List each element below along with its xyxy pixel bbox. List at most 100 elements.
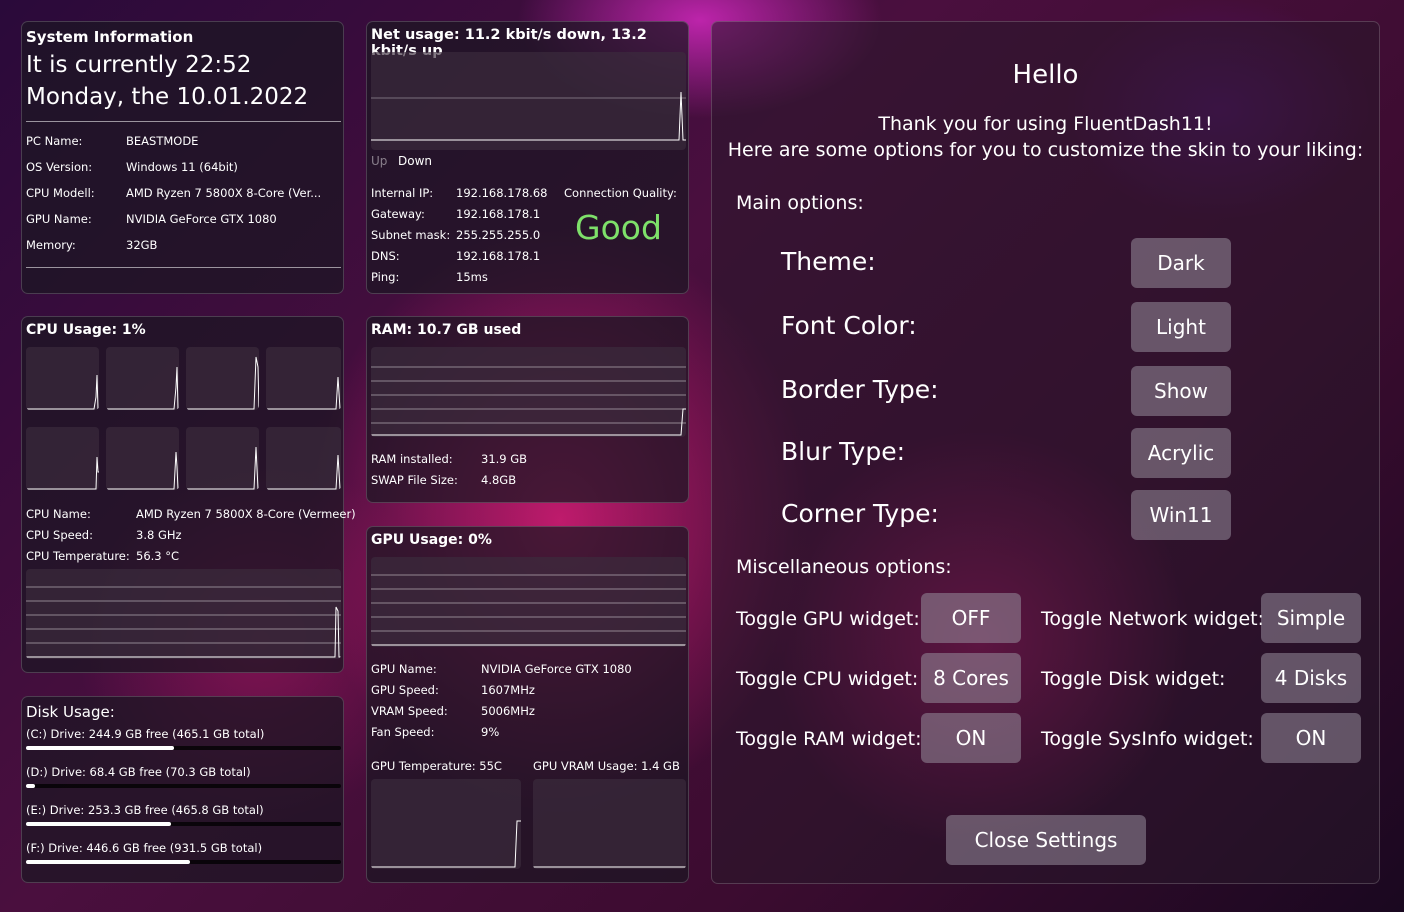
core-graph-2 xyxy=(106,347,179,410)
core-graph-5 xyxy=(26,427,99,490)
drive-d-text: (D:) Drive: 68.4 GB free (70.3 GB total) xyxy=(26,765,251,779)
os-version-label: OS Version: xyxy=(26,160,93,174)
gpu-name-label: GPU Name: xyxy=(26,212,92,226)
gpu-vram-graph xyxy=(533,779,686,869)
close-settings-button[interactable]: Close Settings xyxy=(946,815,1146,865)
vram-speed-label: VRAM Speed: xyxy=(371,704,448,718)
gpu-speed-label: GPU Speed: xyxy=(371,683,439,697)
cpu-name-label: CPU Name: xyxy=(26,507,91,521)
cpu-temp-value: 56.3 °C xyxy=(136,549,180,563)
theme-label: Theme: xyxy=(781,247,876,276)
vram-speed-value: 5006MHz xyxy=(481,704,535,718)
blur-type-button[interactable]: Acrylic xyxy=(1131,428,1231,478)
dns-label: DNS: xyxy=(371,249,400,263)
fan-speed-value: 9% xyxy=(481,725,500,739)
drive-d-bar-fill xyxy=(26,784,36,788)
ram-usage-title: RAM: 10.7 GB used xyxy=(371,322,522,338)
core-graph-4 xyxy=(266,347,341,410)
font-color-button[interactable]: Light xyxy=(1131,302,1231,352)
font-color-label: Font Color: xyxy=(781,311,917,340)
ping-label: Ping: xyxy=(371,270,400,284)
toggle-network-label: Toggle Network widget: xyxy=(1041,608,1264,630)
network-graph xyxy=(371,52,686,150)
drive-f-bar-fill xyxy=(26,860,190,864)
settings-panel: Hello Thank you for using FluentDash11! … xyxy=(711,21,1380,884)
toggle-cpu-label: Toggle CPU widget: xyxy=(736,668,919,690)
drive-c-bar-fill xyxy=(26,746,175,750)
toggle-ram-label: Toggle RAM widget: xyxy=(736,728,922,750)
main-options-header: Main options: xyxy=(736,192,864,214)
gpu-temp-label: GPU Temperature: 55C xyxy=(371,759,502,773)
ram-widget: RAM: 10.7 GB used RAM installed: 31.9 GB… xyxy=(366,316,689,503)
connection-quality-label: Connection Quality: xyxy=(564,186,677,200)
cpu-temp-label: CPU Temperature: xyxy=(26,549,130,563)
subnet-value: 255.255.255.0 xyxy=(456,228,541,242)
drive-c-text: (C:) Drive: 244.9 GB free (465.1 GB tota… xyxy=(26,727,265,741)
theme-button[interactable]: Dark xyxy=(1131,238,1231,288)
sysinfo-widget: System Information It is currently 22:52… xyxy=(21,21,344,294)
gateway-value: 192.168.178.1 xyxy=(456,207,541,221)
ram-installed-value: 31.9 GB xyxy=(481,452,528,466)
toggle-network-button[interactable]: Simple xyxy=(1261,593,1361,643)
legend-down: Down xyxy=(398,154,433,168)
toggle-cpu-button[interactable]: 8 Cores xyxy=(921,653,1021,703)
ram-installed-label: RAM installed: xyxy=(371,452,453,466)
current-date: Monday, the 10.01.2022 xyxy=(26,84,309,110)
fan-speed-label: Fan Speed: xyxy=(371,725,435,739)
core-graph-6 xyxy=(106,427,179,490)
drive-c-bar xyxy=(26,746,341,750)
dns-value: 192.168.178.1 xyxy=(456,249,541,263)
connection-quality-value: Good xyxy=(575,208,662,247)
toggle-disk-button[interactable]: 4 Disks xyxy=(1261,653,1361,703)
drive-f-bar xyxy=(26,860,341,864)
misc-options-header: Miscellaneous options: xyxy=(736,556,952,578)
divider xyxy=(26,121,341,122)
cpu-total-graph xyxy=(26,569,341,659)
cpu-widget: CPU Usage: 1% CPU Name: AMD Ryzen 7 5800… xyxy=(21,316,356,673)
border-type-button[interactable]: Show xyxy=(1131,366,1231,416)
blur-type-label: Blur Type: xyxy=(781,437,906,466)
corner-type-button[interactable]: Win11 xyxy=(1131,490,1231,540)
toggle-sysinfo-label: Toggle SysInfo widget: xyxy=(1041,728,1254,750)
gpu-widget: GPU Usage: 0% GPU Name: NVIDIA GeForce G… xyxy=(366,526,689,883)
cpu-model-label: CPU Modell: xyxy=(26,186,95,200)
thanks-text: Thank you for using FluentDash11! xyxy=(878,113,1213,135)
ping-value: 15ms xyxy=(456,270,488,284)
toggle-ram-button[interactable]: ON xyxy=(921,713,1021,763)
disk-usage-title: Disk Usage: xyxy=(26,703,115,721)
memory-label: Memory: xyxy=(26,238,76,252)
sysinfo-title: System Information xyxy=(26,28,194,46)
internal-ip-label: Internal IP: xyxy=(371,186,434,200)
toggle-gpu-button[interactable]: OFF xyxy=(921,593,1021,643)
swap-size-value: 4.8GB xyxy=(481,473,517,487)
cpu-speed-value: 3.8 GHz xyxy=(136,528,182,542)
os-version-value: Windows 11 (64bit) xyxy=(126,160,238,174)
hello-title: Hello xyxy=(1012,60,1079,90)
drive-e-bar xyxy=(26,822,341,826)
toggle-sysinfo-button[interactable]: ON xyxy=(1261,713,1361,763)
drive-e-text: (E:) Drive: 253.3 GB free (465.8 GB tota… xyxy=(26,803,264,817)
legend-up: Up xyxy=(371,154,388,168)
disk-widget: Disk Usage: (C:) Drive: 244.9 GB free (4… xyxy=(21,696,344,883)
subnet-label: Subnet mask: xyxy=(371,228,451,242)
memory-value: 32GB xyxy=(126,238,158,252)
gpu-usage-title: GPU Usage: 0% xyxy=(371,532,492,548)
gpu-temp-graph xyxy=(371,779,521,869)
network-graph-lines xyxy=(371,91,686,141)
cpu-name-value: AMD Ryzen 7 5800X 8-Core (Vermeer) xyxy=(136,507,356,521)
drive-e-bar-fill xyxy=(26,822,171,826)
toggle-disk-label: Toggle Disk widget: xyxy=(1041,668,1226,690)
network-widget: Net usage: 11.2 kbit/s down, 13.2 kbit/s… xyxy=(366,21,689,294)
corner-type-label: Corner Type: xyxy=(781,499,939,528)
internal-ip-value: 192.168.178.68 xyxy=(456,186,548,200)
ram-graph xyxy=(371,347,686,437)
core-graph-1 xyxy=(26,347,99,410)
gpu-name-value: NVIDIA GeForce GTX 1080 xyxy=(481,662,632,676)
gpu-vram-label: GPU VRAM Usage: 1.4 GB xyxy=(533,759,680,773)
cpu-model-value: AMD Ryzen 7 5800X 8-Core (Ver... xyxy=(126,186,322,200)
gpu-name-label: GPU Name: xyxy=(371,662,437,676)
cpu-speed-label: CPU Speed: xyxy=(26,528,93,542)
gateway-label: Gateway: xyxy=(371,207,425,221)
cpu-usage-title: CPU Usage: 1% xyxy=(26,322,146,338)
border-type-label: Border Type: xyxy=(781,375,939,404)
